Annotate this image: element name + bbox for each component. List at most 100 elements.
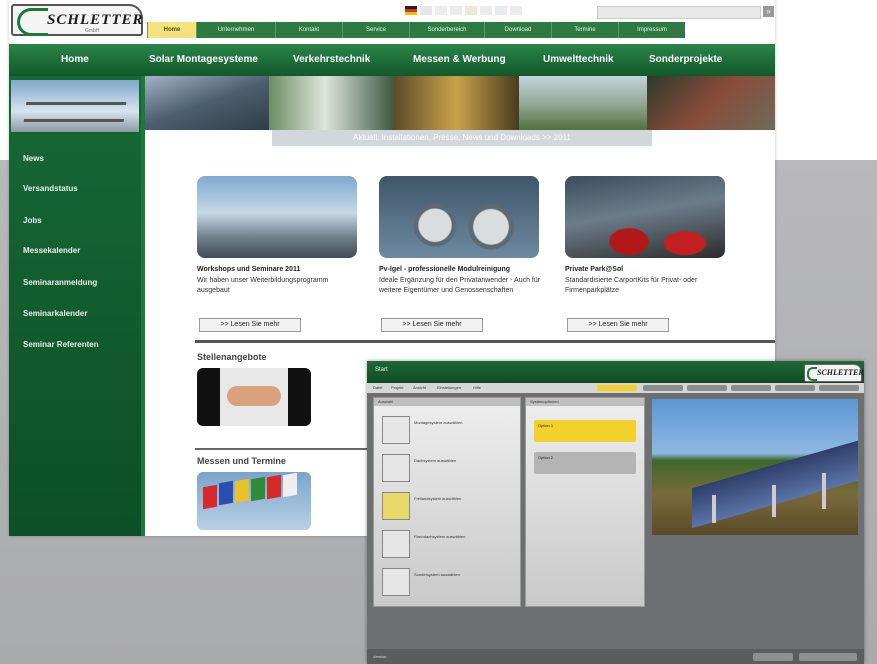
tool-label: Flachdachsystem auswählen	[414, 534, 466, 539]
tool-dachsystem-icon[interactable]	[382, 454, 410, 482]
french-flag-icon[interactable]	[435, 6, 447, 15]
tab-sonderbereich[interactable]: Sonderbereich	[409, 22, 484, 38]
logo-swoosh-icon	[17, 8, 48, 36]
app-schletter-logo: SCHLETTER	[804, 364, 864, 382]
sidebar-item-jobs[interactable]: Jobs	[23, 216, 42, 225]
read-more-button[interactable]: >> Lesen Sie mehr	[381, 318, 483, 332]
language-flags	[405, 6, 522, 15]
handshake-photo[interactable]	[197, 368, 311, 426]
tool-freilandsystem-icon[interactable]	[382, 492, 410, 520]
search-button[interactable]: »	[763, 6, 774, 17]
tab-service[interactable]: Service	[342, 22, 409, 38]
italian-flag-icon[interactable]	[450, 6, 462, 15]
sidebar-item-seminaranmeldung[interactable]: Seminaranmeldung	[23, 278, 97, 287]
section-title-jobs: Stellenangebote	[197, 352, 267, 362]
section-divider	[195, 340, 775, 343]
banner-photo-traffic	[269, 76, 393, 130]
sidebar-item-versandstatus[interactable]: Versandstatus	[23, 184, 78, 193]
app-tab-3[interactable]	[687, 385, 727, 391]
schletter-logo[interactable]: SCHLETTER GmbH	[11, 4, 143, 36]
logo-name: SCHLETTER	[47, 12, 144, 28]
card-title: Pv-Igel - professionelle Modulreinigung	[379, 266, 511, 273]
german-flag-icon[interactable]	[405, 6, 417, 15]
footer-button-back[interactable]	[753, 653, 793, 661]
app-title: Start	[375, 367, 388, 373]
app-statusbar: Version	[367, 649, 864, 664]
tool-label: Dachsystem auswählen	[414, 458, 457, 463]
flags-photo[interactable]	[197, 472, 311, 530]
nav-solar-montagesysteme[interactable]: Solar Montagesysteme	[149, 54, 258, 65]
sidebar-item-seminar-referenten[interactable]: Seminar Referenten	[23, 340, 99, 349]
tab-download[interactable]: Download	[484, 22, 551, 38]
tool-flachdachsystem-icon[interactable]	[382, 530, 410, 558]
tab-kontakt[interactable]: Kontakt	[275, 22, 342, 38]
uk-flag-icon[interactable]	[420, 6, 432, 15]
app-tab-2[interactable]	[643, 385, 683, 391]
tool-sondersystem-icon[interactable]	[382, 568, 410, 596]
more-flag-icon[interactable]	[510, 6, 522, 15]
banner-photo-environment	[519, 76, 647, 130]
app-titlebar: Start SCHLETTER	[367, 361, 864, 383]
banner-caption[interactable]: Aktuell: Installationen, Presse, News un…	[272, 130, 652, 146]
option-1[interactable]: Option 1	[534, 420, 636, 442]
option-label: Option 1	[538, 423, 554, 428]
workshop-photo[interactable]	[197, 176, 357, 258]
tool-montagesystem-icon[interactable]	[382, 416, 410, 444]
tab-unternehmen[interactable]: Unternehmen	[196, 22, 275, 38]
spanish-flag-icon[interactable]	[465, 6, 477, 15]
app-tab-start[interactable]	[597, 385, 637, 391]
card-title: Workshops und Seminare 2011	[197, 266, 301, 273]
app-tab-5[interactable]	[775, 385, 815, 391]
card-title: Private Park@Sol	[565, 266, 624, 273]
nav-verkehrstechnik[interactable]: Verkehrstechnik	[293, 54, 370, 65]
app-logo-swoosh-icon	[807, 367, 817, 381]
sidebar-item-seminarkalender[interactable]: Seminarkalender	[23, 309, 87, 318]
logo-sub: GmbH	[85, 28, 100, 34]
option-label: Option 2	[538, 455, 554, 460]
greek-flag-icon[interactable]	[495, 6, 507, 15]
nav-umwelttechnik[interactable]: Umwelttechnik	[543, 54, 614, 65]
solar-field-photo	[652, 399, 858, 535]
card-description: Wir haben unser Weiterbildungsprogramm a…	[197, 277, 329, 294]
top-tabs: Home Unternehmen Kontakt Service Sonderb…	[147, 22, 685, 38]
app-tab-4[interactable]	[731, 385, 771, 391]
banner-photo-special	[647, 76, 775, 130]
menu-hilfe[interactable]: Hilfe	[473, 385, 481, 390]
planning-software-window: Start SCHLETTER Datei Projekt Ansicht Ei…	[367, 361, 864, 664]
tool-label: Sondersystem auswählen	[414, 572, 460, 577]
options-panel-header: Systemoptionen	[526, 398, 644, 406]
tool-label: Montagesystem auswählen	[414, 420, 463, 425]
menu-ansicht[interactable]: Ansicht	[413, 385, 426, 390]
menu-einstellungen[interactable]: Einstellungen	[437, 385, 461, 390]
main-navigation: Home Solar Montagesysteme Verkehrstechni…	[9, 44, 775, 76]
nav-home[interactable]: Home	[61, 54, 89, 65]
sidebar-item-messekalender[interactable]: Messekalender	[23, 246, 80, 255]
website-header: SCHLETTER GmbH » Home Unternehmen Kontak…	[9, 0, 775, 44]
read-more-button[interactable]: >> Lesen Sie mehr	[567, 318, 669, 332]
app-tab-6[interactable]	[819, 385, 859, 391]
banner-photo-solar	[145, 76, 269, 130]
tools-panel: Auswahl Montagesystem auswählen Dachsyst…	[373, 397, 521, 607]
card-description: Standardisierte CarportKits für Privat- …	[565, 277, 698, 294]
sidebar-photo	[11, 80, 139, 132]
sidebar: News Versandstatus Jobs Messekalender Se…	[9, 76, 141, 536]
pv-igel-photo[interactable]	[379, 176, 539, 258]
search-input[interactable]	[597, 6, 761, 19]
tab-impressum[interactable]: Impressum	[618, 22, 685, 38]
banner-photo-fair	[393, 76, 519, 130]
menu-datei[interactable]: Datei	[373, 385, 382, 390]
read-more-button[interactable]: >> Lesen Sie mehr	[199, 318, 301, 332]
banner-strip	[145, 76, 775, 130]
nav-messen-werbung[interactable]: Messen & Werbung	[413, 54, 506, 65]
czech-flag-icon[interactable]	[480, 6, 492, 15]
menu-projekt[interactable]: Projekt	[391, 385, 403, 390]
footer-button-next[interactable]	[799, 653, 857, 661]
carport-photo[interactable]	[565, 176, 725, 258]
option-2[interactable]: Option 2	[534, 452, 636, 474]
nav-sonderprojekte[interactable]: Sonderprojekte	[649, 54, 722, 65]
tab-termine[interactable]: Termine	[551, 22, 618, 38]
tab-home[interactable]: Home	[147, 22, 196, 38]
sidebar-item-news[interactable]: News	[23, 154, 44, 163]
section-title-fairs: Messen und Termine	[197, 456, 286, 466]
card-description: Ideale Ergänzung für den Privatanwender …	[379, 277, 541, 294]
